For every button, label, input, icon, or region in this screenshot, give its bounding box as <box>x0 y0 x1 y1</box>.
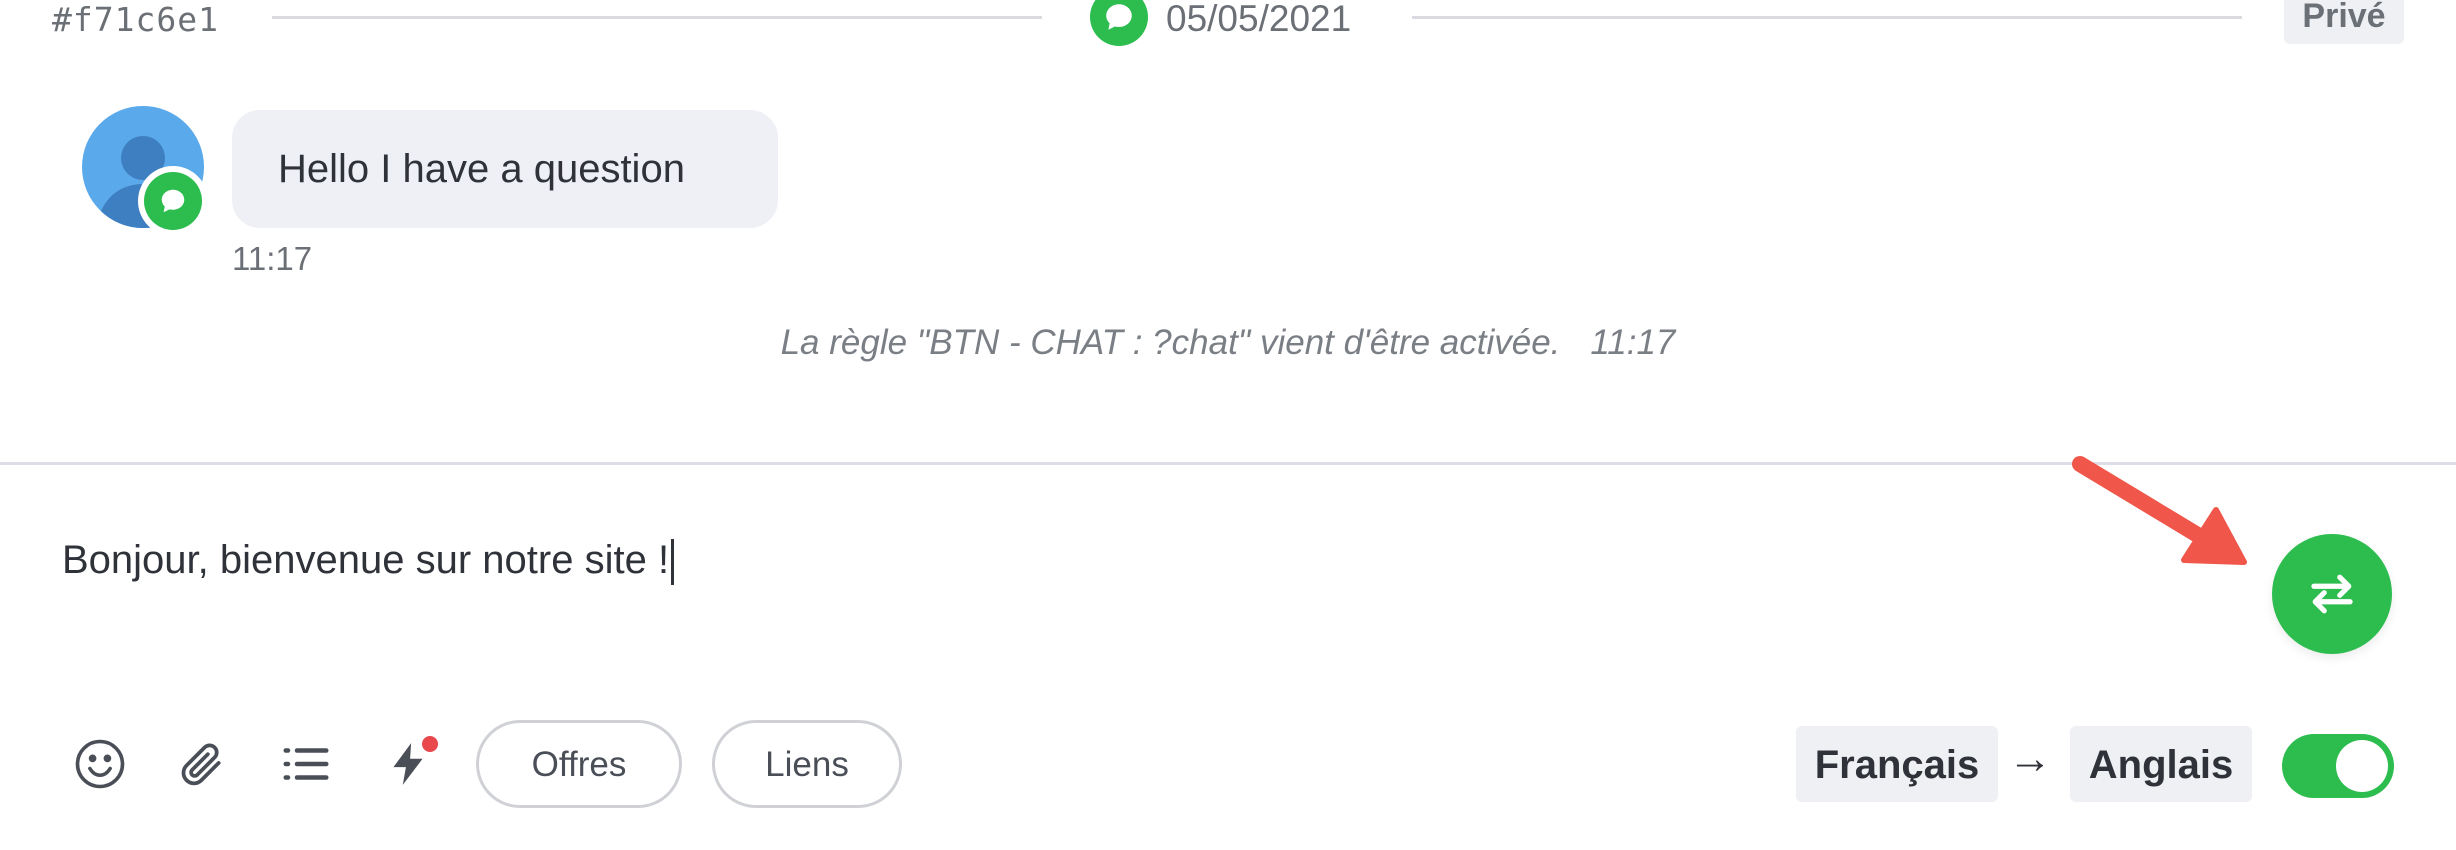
header-divider-left <box>272 16 1042 19</box>
notification-dot <box>422 736 438 752</box>
annotation-arrow-icon <box>2060 448 2260 583</box>
system-note-time: 11:17 <box>1590 323 1676 362</box>
swap-arrows-icon <box>2311 574 2353 614</box>
message-bubble: Hello I have a question <box>232 110 778 228</box>
chat-channel-icon <box>1090 0 1148 46</box>
target-language[interactable]: Anglais <box>2070 726 2252 802</box>
message-input-text: Bonjour, bienvenue sur notre site ! <box>62 538 670 582</box>
system-note: La règle "BTN - CHAT : ?chat" vient d'êt… <box>0 323 2456 363</box>
toggle-knob <box>2336 740 2388 792</box>
list-icon[interactable] <box>274 732 338 796</box>
message-input[interactable]: Bonjour, bienvenue sur notre site ! <box>62 538 675 586</box>
message-time: 11:17 <box>232 240 313 277</box>
translation-toggle[interactable] <box>2282 734 2394 798</box>
header-divider-right <box>1412 16 2242 19</box>
chat-badge-icon <box>138 166 208 236</box>
system-note-text: La règle "BTN - CHAT : ?chat" vient d'êt… <box>780 323 1561 362</box>
text-caret <box>671 539 675 586</box>
offers-button[interactable]: Offres <box>476 720 682 808</box>
translate-button[interactable] <box>2272 534 2392 654</box>
privacy-tag[interactable]: Privé <box>2284 0 2404 44</box>
source-language[interactable]: Français <box>1796 726 1998 802</box>
language-arrow: → <box>2008 734 2052 783</box>
emoji-icon[interactable] <box>68 732 132 796</box>
conversation-id: #f71c6e1 <box>52 0 219 39</box>
conversation-date: 05/05/2021 <box>1166 0 1352 39</box>
links-button[interactable]: Liens <box>712 720 902 808</box>
paperclip-icon[interactable] <box>170 732 234 796</box>
